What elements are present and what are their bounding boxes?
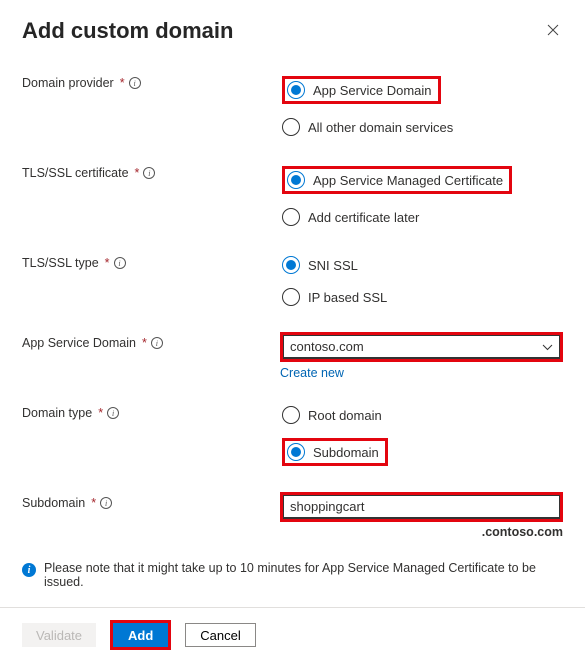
- radio-label: Subdomain: [313, 445, 379, 460]
- info-icon[interactable]: i: [107, 407, 119, 419]
- domain-provider-label: Domain provider* i: [22, 72, 280, 90]
- radio-label: All other domain services: [308, 120, 453, 135]
- info-icon: i: [22, 563, 36, 577]
- select-value: contoso.com: [290, 339, 364, 354]
- validate-button[interactable]: Validate: [22, 623, 96, 647]
- domain-provider-other-radio[interactable]: [282, 118, 300, 136]
- app-service-domain-label: App Service Domain* i: [22, 332, 280, 350]
- tls-type-label: TLS/SSL type* i: [22, 252, 280, 270]
- tls-certificate-label: TLS/SSL certificate* i: [22, 162, 280, 180]
- chevron-down-icon: [542, 340, 553, 354]
- domain-type-subdomain-radio[interactable]: [287, 443, 305, 461]
- radio-label: Root domain: [308, 408, 382, 423]
- tls-type-ip-radio[interactable]: [282, 288, 300, 306]
- info-icon[interactable]: i: [143, 167, 155, 179]
- domain-type-root-radio[interactable]: [282, 406, 300, 424]
- app-service-domain-select[interactable]: contoso.com: [283, 335, 560, 359]
- input-value: shoppingcart: [290, 499, 364, 514]
- tls-cert-managed-radio[interactable]: [287, 171, 305, 189]
- tls-type-sni-radio[interactable]: [282, 256, 300, 274]
- info-icon[interactable]: i: [114, 257, 126, 269]
- subdomain-input[interactable]: shoppingcart: [283, 495, 560, 519]
- tls-cert-later-radio[interactable]: [282, 208, 300, 226]
- info-icon[interactable]: i: [100, 497, 112, 509]
- add-button[interactable]: Add: [113, 623, 168, 647]
- close-icon: [547, 24, 559, 36]
- domain-suffix: .contoso.com: [280, 525, 563, 539]
- radio-label: IP based SSL: [308, 290, 387, 305]
- cancel-button[interactable]: Cancel: [185, 623, 255, 647]
- domain-provider-app-service-radio[interactable]: [287, 81, 305, 99]
- radio-label: App Service Domain: [313, 83, 432, 98]
- radio-label: Add certificate later: [308, 210, 419, 225]
- domain-type-label: Domain type* i: [22, 402, 280, 420]
- radio-label: SNI SSL: [308, 258, 358, 273]
- subdomain-label: Subdomain* i: [22, 492, 280, 510]
- note-text: Please note that it might take up to 10 …: [44, 561, 563, 589]
- radio-label: App Service Managed Certificate: [313, 173, 503, 188]
- page-title: Add custom domain: [22, 18, 233, 44]
- info-icon[interactable]: i: [151, 337, 163, 349]
- create-new-link[interactable]: Create new: [280, 366, 344, 380]
- info-icon[interactable]: i: [129, 77, 141, 89]
- close-button[interactable]: [543, 20, 563, 42]
